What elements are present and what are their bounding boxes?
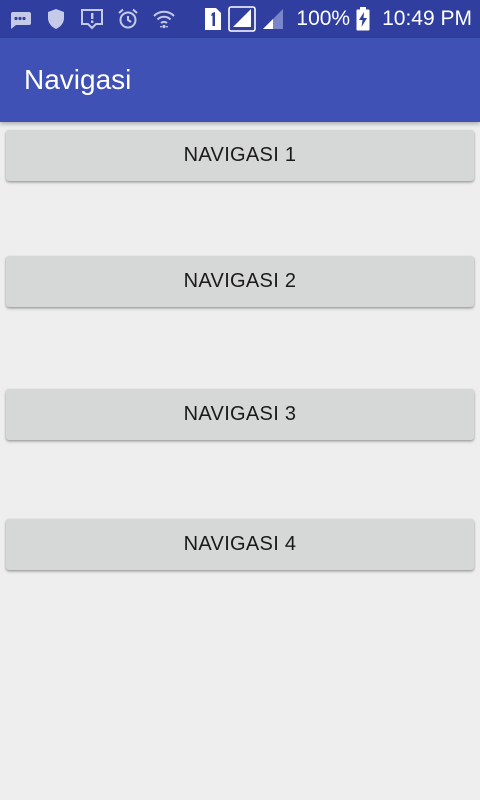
navigasi-1-button[interactable]: NAVIGASI 1: [6, 130, 474, 181]
battery-percent: 100%: [296, 7, 351, 30]
messaging-icon: [8, 9, 32, 29]
status-bar: 100% 10:49 PM: [0, 0, 480, 38]
alarm-icon: [117, 8, 139, 30]
wifi-icon: [152, 8, 176, 30]
status-icons-left: [8, 7, 176, 31]
status-icons-right: 100% 10:49 PM: [204, 6, 472, 32]
main-content: NAVIGASI 1 NAVIGASI 2 NAVIGASI 3 NAVIGAS…: [0, 122, 480, 800]
status-clock: 10:49 PM: [382, 7, 472, 30]
navigasi-2-button[interactable]: NAVIGASI 2: [6, 256, 474, 307]
app-bar: Navigasi: [0, 38, 480, 122]
signal-icon: [228, 6, 257, 32]
alert-notification-icon: [80, 8, 104, 30]
navigasi-3-button[interactable]: NAVIGASI 3: [6, 389, 474, 440]
sim-1-icon: [204, 7, 222, 31]
battery-charging-icon: [356, 7, 370, 31]
signal-weak-icon: [262, 8, 284, 30]
page-title: Navigasi: [24, 64, 132, 95]
shield-icon: [45, 8, 67, 30]
navigasi-4-button[interactable]: NAVIGASI 4: [6, 519, 474, 570]
